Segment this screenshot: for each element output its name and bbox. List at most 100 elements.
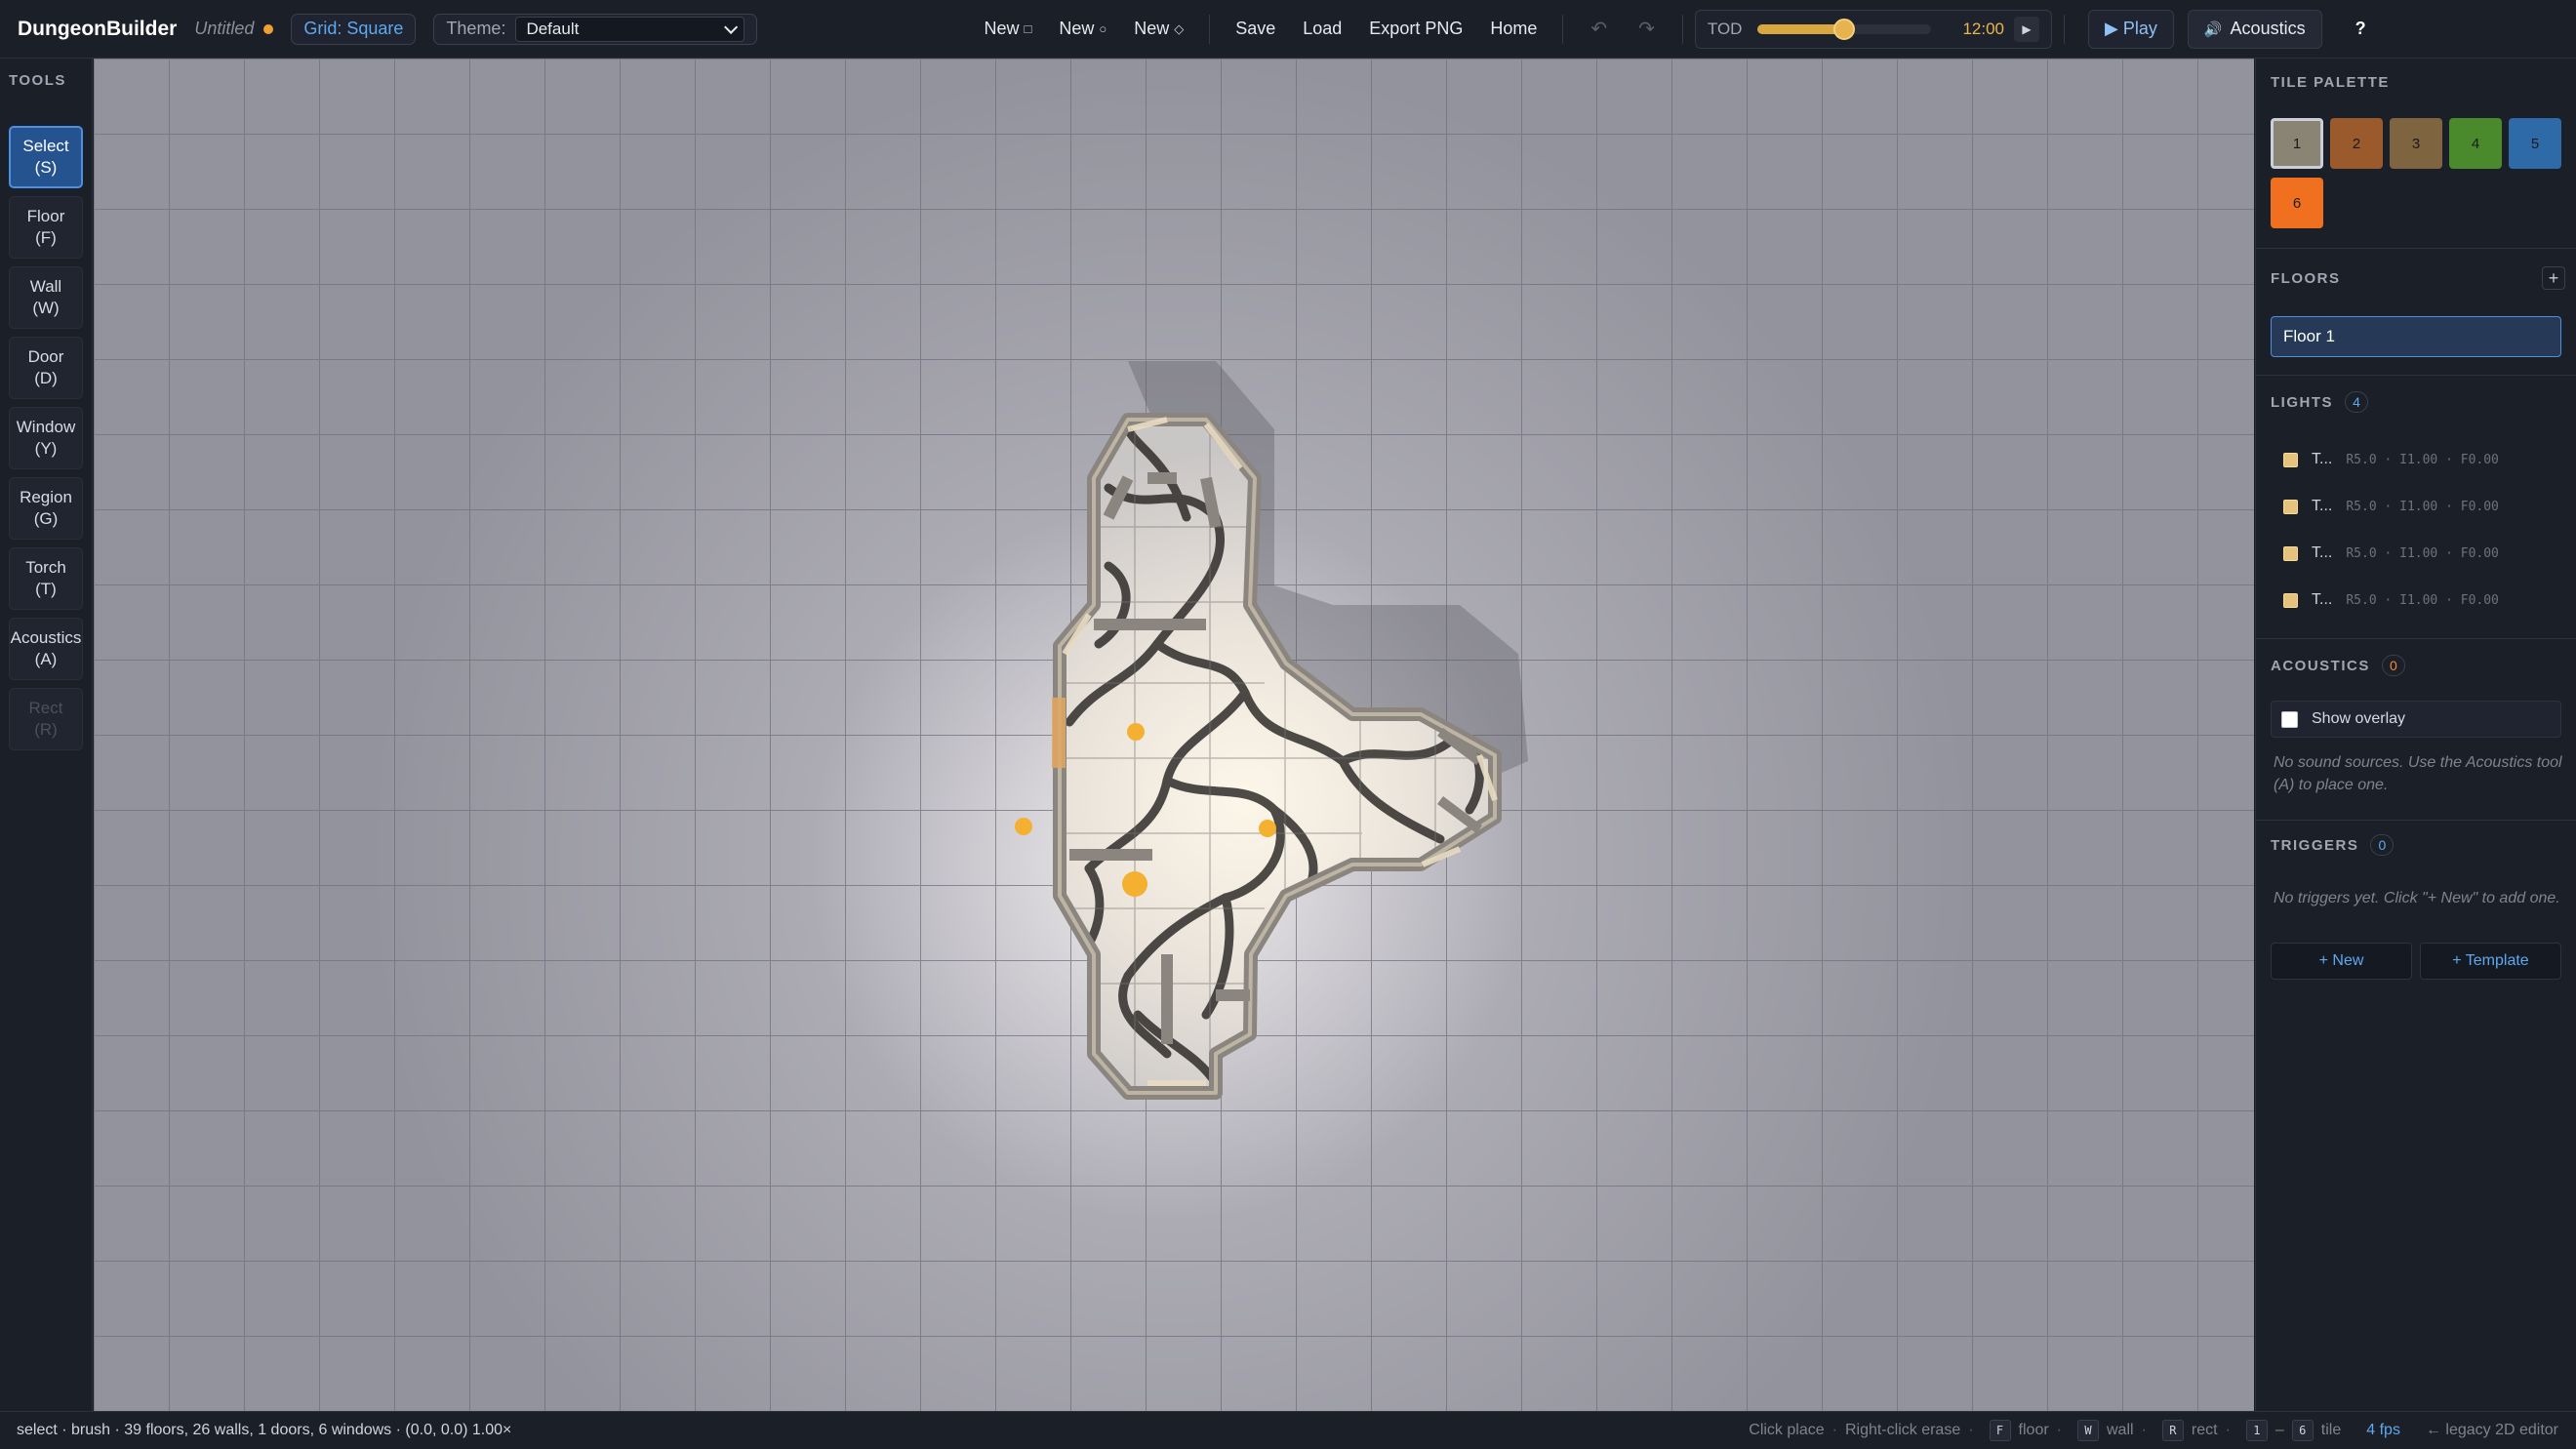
light-item[interactable]: T... R5.0 · I1.00 · F0.00 bbox=[2283, 495, 2499, 518]
theme-value: Default bbox=[526, 19, 580, 38]
floors-title: FLOORS bbox=[2271, 270, 2341, 287]
tool-floor[interactable]: Floor (F) bbox=[9, 196, 83, 259]
show-overlay-label: Show overlay bbox=[2312, 710, 2406, 727]
key-badge: 1 bbox=[2245, 1420, 2268, 1441]
torch-marker[interactable] bbox=[1259, 820, 1276, 837]
floors-section: FLOORS + bbox=[2256, 266, 2576, 290]
show-overlay-toggle[interactable]: Show overlay bbox=[2271, 701, 2561, 738]
tile-swatch-6[interactable]: 6 bbox=[2271, 178, 2323, 228]
acoustics-title: ACOUSTICS bbox=[2271, 657, 2370, 674]
torch-marker[interactable] bbox=[1127, 723, 1145, 741]
light-color-swatch bbox=[2283, 452, 2298, 467]
lights-count-badge: 4 bbox=[2345, 391, 2368, 413]
chevron-down-icon bbox=[724, 20, 739, 34]
tools-sidebar: TOOLS Select (S) Floor (F) Wall (W) Door (D)… bbox=[0, 59, 93, 1411]
top-toolbar: DungeonBuilder Untitled Grid: Square The… bbox=[0, 0, 2576, 59]
acoustics-count-badge: 0 bbox=[2381, 655, 2405, 676]
tod-slider-handle[interactable] bbox=[1833, 18, 1856, 40]
light-item[interactable]: T... R5.0 · I1.00 · F0.00 bbox=[2283, 542, 2499, 565]
panel-divider bbox=[2256, 820, 2576, 821]
status-summary: select · brush · 39 floors, 26 walls, 1 … bbox=[17, 1422, 512, 1438]
new-square-button[interactable]: New □ bbox=[970, 10, 1045, 49]
acoustics-section: ACOUSTICS 0 bbox=[2256, 655, 2576, 676]
time-of-day-control: TOD 12:00 ▶ bbox=[1694, 9, 2052, 49]
tile-swatch-3[interactable]: 3 bbox=[2390, 118, 2442, 169]
load-button[interactable]: Load bbox=[1289, 10, 1355, 49]
template-trigger-button[interactable]: + Template bbox=[2420, 943, 2561, 980]
key-badge: F bbox=[1989, 1420, 2011, 1441]
unsaved-indicator bbox=[263, 23, 274, 34]
export-png-button[interactable]: Export PNG bbox=[1355, 10, 1476, 49]
circle-icon: ○ bbox=[1099, 21, 1107, 36]
square-icon: □ bbox=[1024, 21, 1032, 36]
toolbar-divider bbox=[1681, 14, 1683, 44]
tool-wall[interactable]: Wall (W) bbox=[9, 266, 83, 329]
tool-region[interactable]: Region (G) bbox=[9, 477, 83, 540]
floor-item[interactable]: Floor 1 bbox=[2271, 316, 2561, 357]
tool-select[interactable]: Select (S) bbox=[9, 126, 83, 188]
new-circle-button[interactable]: New ○ bbox=[1045, 10, 1120, 49]
theme-select[interactable]: Default bbox=[515, 16, 745, 42]
map-canvas[interactable] bbox=[94, 59, 2254, 1411]
light-item[interactable]: T... R5.0 · I1.00 · F0.00 bbox=[2283, 448, 2499, 471]
fps-counter: 4 fps bbox=[2366, 1422, 2400, 1438]
tile-swatch-1[interactable]: 1 bbox=[2271, 118, 2323, 169]
light-color-swatch bbox=[2283, 592, 2298, 608]
tod-time: 12:00 bbox=[1962, 19, 2004, 38]
new-trigger-button[interactable]: + New bbox=[2271, 943, 2412, 980]
legacy-editor-link[interactable]: ← legacy 2D editor bbox=[2426, 1422, 2558, 1439]
new-diamond-button[interactable]: New ◇ bbox=[1120, 10, 1197, 49]
triggers-section: TRIGGERS 0 bbox=[2256, 834, 2576, 856]
triggers-title: TRIGGERS bbox=[2271, 836, 2359, 854]
theme-label: Theme: bbox=[446, 19, 506, 38]
grid-type-button[interactable]: Grid: Square bbox=[291, 13, 417, 45]
add-floor-button[interactable]: + bbox=[2542, 266, 2565, 290]
toolbar-divider bbox=[1209, 14, 1211, 44]
map-viewport[interactable] bbox=[94, 59, 2254, 1411]
tool-rect[interactable]: Rect (R) bbox=[9, 688, 83, 750]
app-brand: DungeonBuilder bbox=[18, 17, 178, 40]
speaker-icon: 🔊 bbox=[2203, 20, 2223, 38]
status-bar: select · brush · 39 floors, 26 walls, 1 … bbox=[0, 1411, 2576, 1449]
panel-divider bbox=[2256, 638, 2576, 639]
help-button[interactable]: ? bbox=[2355, 19, 2366, 39]
tod-label: TOD bbox=[1707, 19, 1743, 38]
inspector-panel: TILE PALETTE 1 2 3 4 5 6 FLOORS + Floor … bbox=[2255, 59, 2576, 1411]
light-item[interactable]: T... R5.0 · I1.00 · F0.00 bbox=[2283, 588, 2499, 612]
tod-play-icon[interactable]: ▶ bbox=[2014, 16, 2039, 42]
key-badge: R bbox=[2161, 1420, 2184, 1441]
tool-acoustics[interactable]: Acoustics (A) bbox=[9, 618, 83, 680]
door[interactable] bbox=[1052, 698, 1066, 768]
lights-section: LIGHTS 4 bbox=[2256, 391, 2576, 413]
play-button[interactable]: ▶ Play bbox=[2088, 9, 2174, 49]
theme-picker: Theme: Default bbox=[433, 13, 758, 45]
panel-divider bbox=[2256, 248, 2576, 249]
light-color-swatch bbox=[2283, 545, 2298, 561]
triggers-hint: No triggers yet. Click "+ New" to add on… bbox=[2274, 890, 2560, 906]
tile-swatch-4[interactable]: 4 bbox=[2449, 118, 2502, 169]
tool-door[interactable]: Door (D) bbox=[9, 337, 83, 399]
key-badge: 6 bbox=[2291, 1420, 2314, 1441]
tile-palette-section: TILE PALETTE bbox=[2256, 74, 2576, 91]
triggers-count-badge: 0 bbox=[2370, 834, 2395, 856]
toolbar-divider bbox=[2064, 14, 2065, 44]
tile-swatch-5[interactable]: 5 bbox=[2509, 118, 2561, 169]
acoustics-hint: No sound sources. Use the Acoustics tool… bbox=[2274, 754, 2562, 793]
tile-swatch-2[interactable]: 2 bbox=[2330, 118, 2383, 169]
show-overlay-checkbox[interactable] bbox=[2281, 710, 2298, 728]
torch-marker[interactable] bbox=[1122, 871, 1147, 897]
tool-torch[interactable]: Torch (T) bbox=[9, 547, 83, 610]
panel-divider bbox=[2256, 375, 2576, 376]
light-color-swatch bbox=[2283, 499, 2298, 514]
acoustics-button[interactable]: 🔊 Acoustics bbox=[2187, 9, 2322, 49]
redo-icon[interactable]: ↷ bbox=[1623, 17, 1670, 41]
undo-icon[interactable]: ↶ bbox=[1575, 17, 1623, 41]
tools-title: TOOLS bbox=[9, 72, 66, 89]
home-button[interactable]: Home bbox=[1476, 10, 1550, 49]
torch-marker[interactable] bbox=[1015, 818, 1032, 835]
tod-slider[interactable] bbox=[1757, 18, 1932, 40]
tile-palette-title: TILE PALETTE bbox=[2271, 74, 2390, 91]
save-button[interactable]: Save bbox=[1222, 10, 1289, 49]
key-badge: W bbox=[2077, 1420, 2099, 1441]
tool-window[interactable]: Window (Y) bbox=[9, 407, 83, 469]
